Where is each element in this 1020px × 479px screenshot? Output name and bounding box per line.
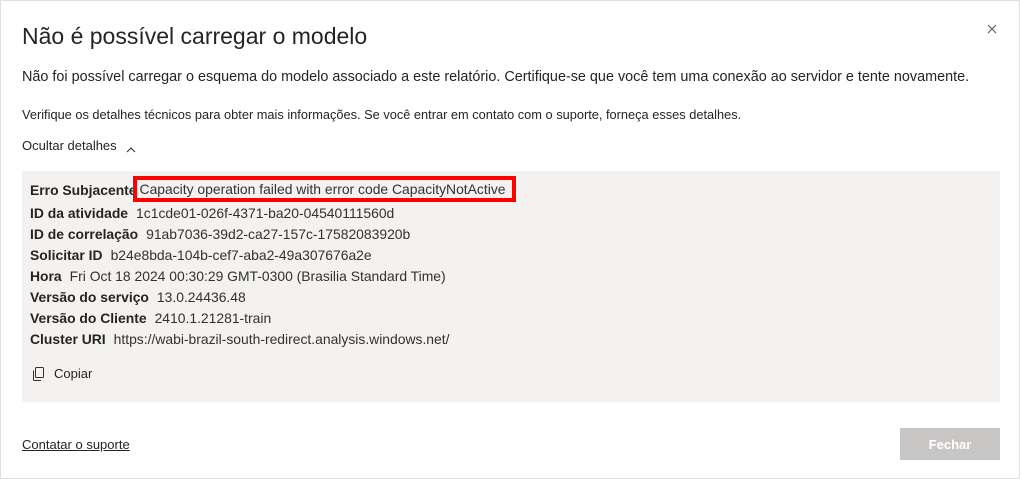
detail-row-time: Hora Fri Oct 18 2024 00:30:29 GMT-0300 (B… xyxy=(30,268,446,284)
detail-value[interactable]: 91ab7036-39d2-ca27-157c-17582083920b xyxy=(146,226,410,242)
copy-label: Copiar xyxy=(54,366,93,381)
detail-label: Versão do Cliente xyxy=(30,310,147,326)
copy-icon xyxy=(33,366,44,381)
detail-row-client-version: Versão do Cliente 2410.1.21281-train xyxy=(30,310,271,326)
detail-value[interactable]: 2410.1.21281-train xyxy=(155,310,272,326)
detail-row-correlation-id: ID de correlação 91ab7036-39d2-ca27-157c-… xyxy=(30,226,410,242)
detail-label: Versão do serviço xyxy=(30,289,149,305)
detail-label: ID da atividade xyxy=(30,205,129,221)
detail-label: Cluster URI xyxy=(30,331,106,347)
error-dialog: Não é possível carregar o modelo Não foi… xyxy=(0,0,1020,479)
detail-value[interactable]: 13.0.24436.48 xyxy=(157,289,246,305)
detail-value[interactable]: b24e8bda-104b-cef7-aba2-49a307676a2e xyxy=(111,247,372,263)
detail-label: Erro Subjacente xyxy=(30,182,137,198)
hide-details-label: Ocultar detalhes xyxy=(22,138,117,153)
detail-label: ID de correlação xyxy=(30,226,139,242)
copy-button[interactable]: Copiar xyxy=(32,366,92,381)
detail-label: Solicitar ID xyxy=(30,247,103,263)
detail-row-request-id: Solicitar ID b24e8bda-104b-cef7-aba2-49a3… xyxy=(30,247,372,263)
detail-row-activity-id: ID da atividade 1c1cde01-026f-4371-ba20-0… xyxy=(30,205,394,221)
error-message: Não foi possível carregar o esquema do m… xyxy=(22,69,970,85)
dialog-title: Não é possível carregar o modelo xyxy=(22,23,368,49)
detail-label: Hora xyxy=(30,268,62,284)
hide-details-toggle[interactable]: Ocultar detalhes xyxy=(22,138,136,153)
details-hint: Verifique os detalhes técnicos para obte… xyxy=(22,107,742,122)
detail-value[interactable]: Fri Oct 18 2024 00:30:29 GMT-0300 (Brasi… xyxy=(70,268,446,284)
detail-row-underlying-error: Erro Subjacente Capacity operation failed… xyxy=(30,176,516,202)
detail-value[interactable]: 1c1cde01-026f-4371-ba20-04540111560d xyxy=(136,205,394,221)
chevron-up-icon xyxy=(126,142,136,152)
detail-value-highlighted[interactable]: Capacity operation failed with error cod… xyxy=(132,176,516,202)
technical-details-panel: Erro Subjacente Capacity operation failed… xyxy=(22,171,1000,402)
detail-row-cluster-uri: Cluster URI https://wabi-brazil-south-red… xyxy=(30,331,449,347)
close-button[interactable]: Fechar xyxy=(900,428,1000,460)
contact-support-link[interactable]: Contatar o suporte xyxy=(22,437,130,452)
close-icon[interactable] xyxy=(984,21,1000,37)
detail-row-service-version: Versão do serviço 13.0.24436.48 xyxy=(30,289,246,305)
detail-value[interactable]: https://wabi-brazil-south-redirect.analy… xyxy=(114,331,450,347)
